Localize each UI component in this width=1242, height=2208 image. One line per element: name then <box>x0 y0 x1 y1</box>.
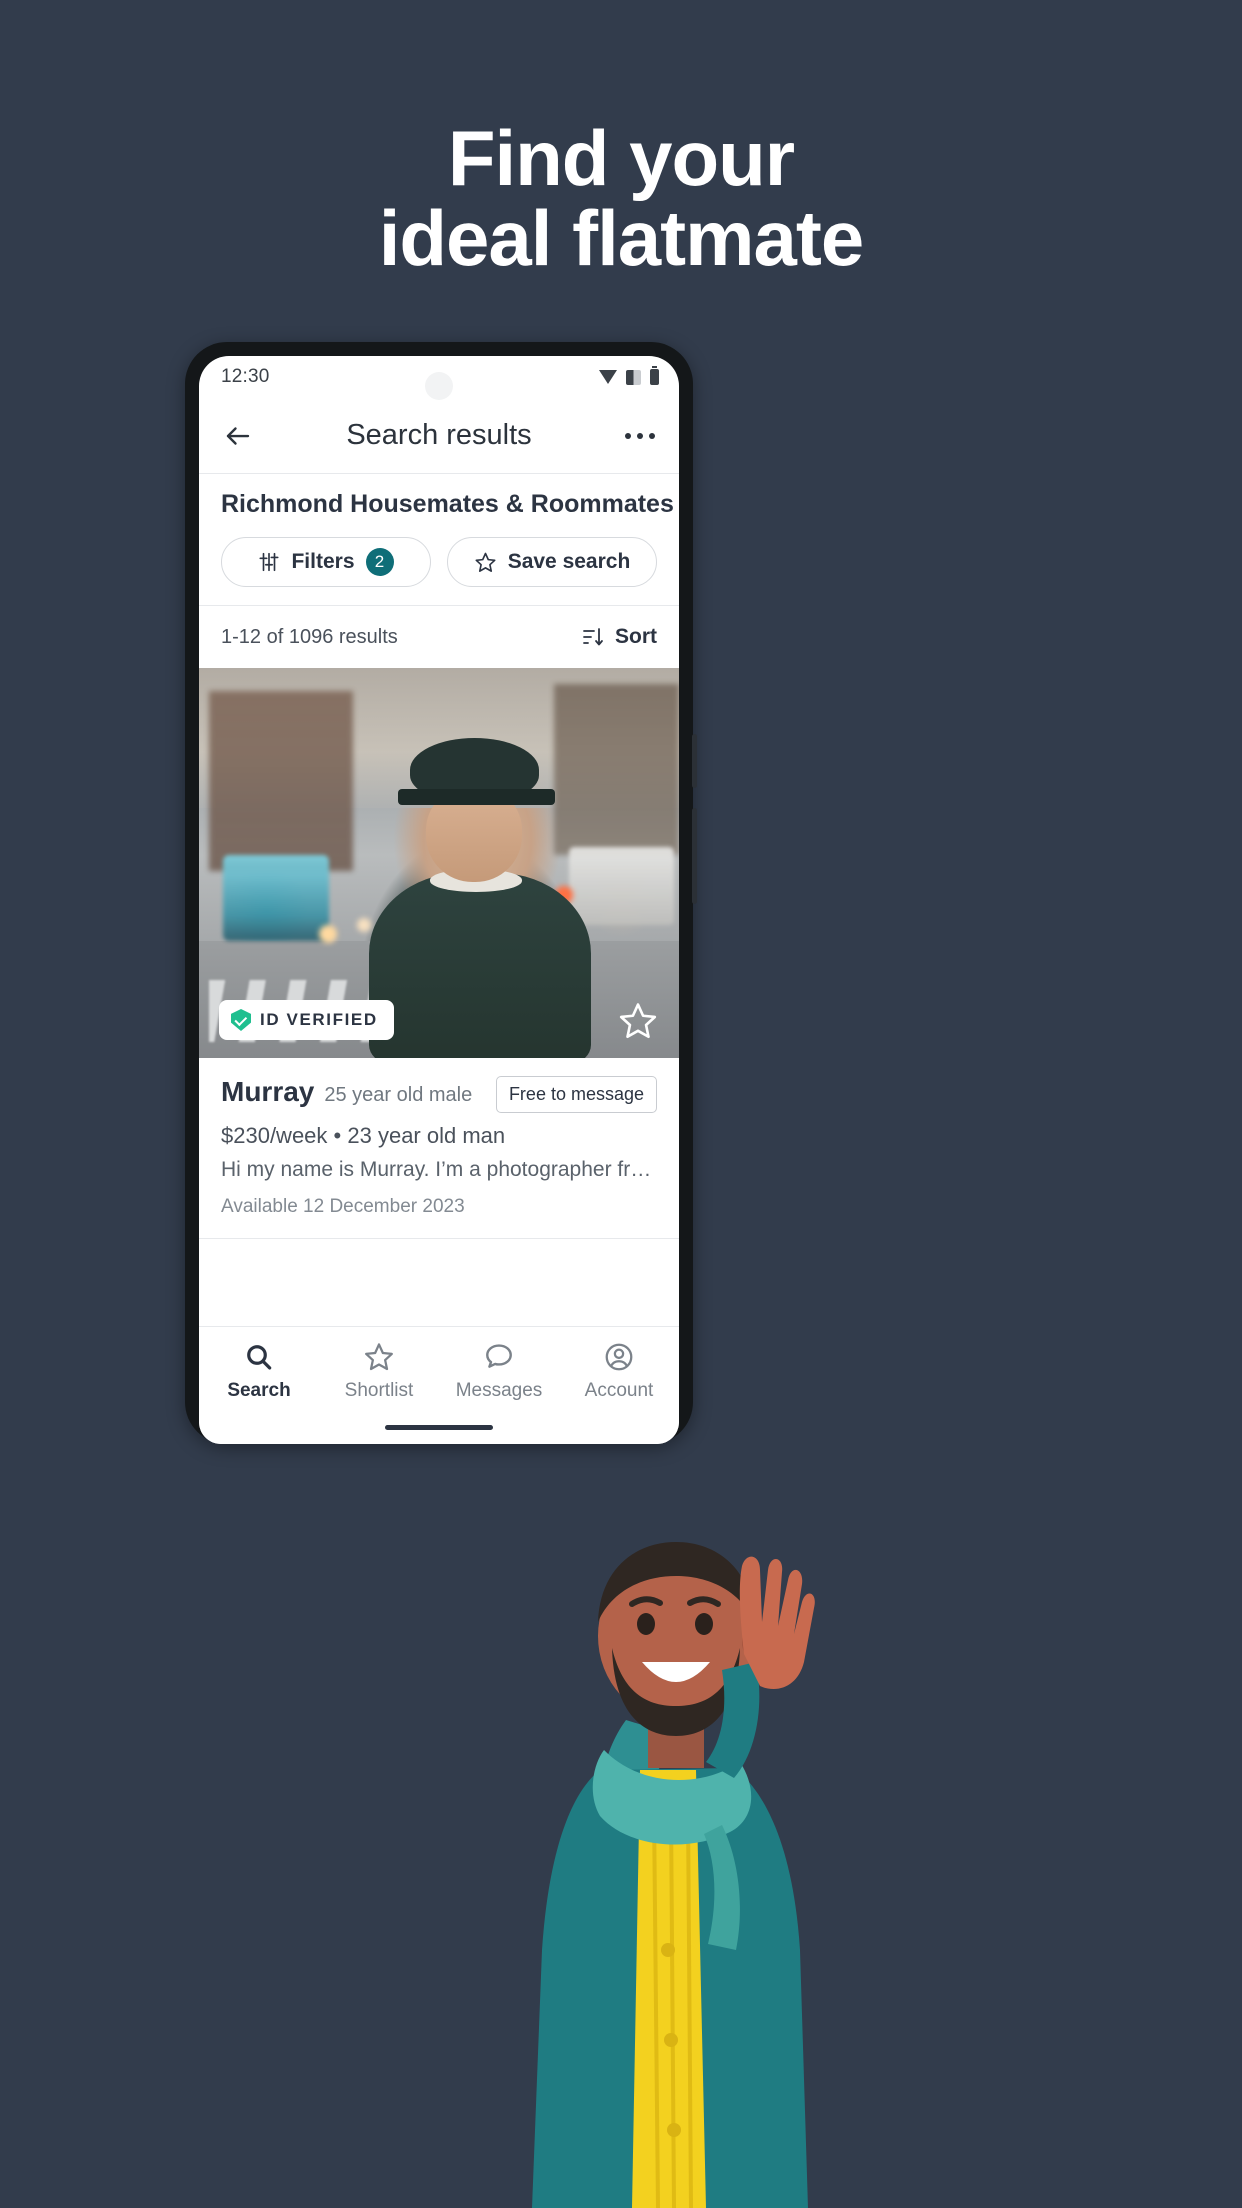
more-options-icon[interactable] <box>623 432 657 439</box>
phone-side-button-power <box>692 808 697 904</box>
status-bar: 12:30 <box>199 356 679 400</box>
nav-item-search[interactable]: Search <box>199 1341 319 1402</box>
free-to-message-badge: Free to message <box>495 1076 657 1113</box>
account-icon <box>605 1343 633 1371</box>
nav-item-shortlist[interactable]: Shortlist <box>319 1341 439 1402</box>
front-camera-icon <box>425 372 453 400</box>
mascot-eye-left <box>637 1613 655 1635</box>
mascot-button-3 <box>667 2123 681 2137</box>
phone-mockup: 12:30 Search results Richmond Housemates… <box>185 342 697 1444</box>
bottom-navigation: Search Shortlist Messages Account <box>199 1326 679 1444</box>
results-count: 1-12 of 1096 results <box>221 625 398 648</box>
id-verified-badge: ID VERIFIED <box>219 1000 394 1040</box>
sort-icon <box>583 628 603 646</box>
photo-van <box>568 847 675 926</box>
listing-photo[interactable]: ID VERIFIED <box>199 668 679 1058</box>
sliders-icon <box>259 552 280 572</box>
star-icon <box>475 552 496 572</box>
save-search-button[interactable]: Save search <box>447 537 657 587</box>
mascot-sleeve <box>706 1662 760 1778</box>
listing-separator: • <box>333 1123 342 1148</box>
photo-person-body <box>369 872 592 1058</box>
phone-side-button-volume <box>692 734 697 788</box>
mascot-jacket <box>532 1768 808 2208</box>
mascot-waving-hand <box>739 1556 815 1689</box>
wifi-icon <box>599 370 617 384</box>
mascot-shirt-stripe-3 <box>686 1809 693 2208</box>
search-actions: Filters 2 Save search <box>221 537 657 587</box>
filters-count-badge: 2 <box>365 548 394 576</box>
listing-availability: Available 12 December 2023 <box>221 1196 465 1217</box>
mascot-head <box>598 1552 754 1720</box>
status-icons <box>599 366 659 385</box>
mascot-ear <box>742 1624 766 1660</box>
filters-button[interactable]: Filters 2 <box>221 537 431 587</box>
mascot-scarf <box>592 1750 752 1845</box>
signal-icon <box>626 369 641 385</box>
mascot-hair <box>598 1542 754 1622</box>
app-bar: Search results <box>199 398 679 474</box>
listing-card[interactable]: ID VERIFIED Murray 25 year old male Free… <box>199 668 679 1239</box>
phone-screen: 12:30 Search results Richmond Housemates… <box>199 356 679 1444</box>
mascot-scarf-tail <box>704 1825 740 1950</box>
mascot-smile <box>642 1662 710 1682</box>
mascot-brow-right <box>687 1596 721 1607</box>
search-icon <box>247 1345 272 1370</box>
id-verified-label: ID VERIFIED <box>260 1010 378 1029</box>
mascot-brow-left <box>629 1596 663 1607</box>
listing-price-line: $230/week • 23 year old man <box>221 1123 657 1149</box>
listing-subtitle: 25 year old male <box>324 1084 473 1106</box>
shield-check-icon <box>231 1009 251 1031</box>
photo-person <box>369 738 592 1058</box>
page-title: Search results <box>346 419 532 451</box>
search-header: Richmond Housemates & Roommates Filters … <box>199 474 679 606</box>
nav-item-messages[interactable]: Messages <box>439 1341 559 1402</box>
headline-line-2: ideal flatmate <box>378 194 865 283</box>
battery-icon <box>650 366 659 385</box>
mascot-beard <box>612 1648 740 1736</box>
results-bar: 1-12 of 1096 results Sort <box>199 606 679 668</box>
listing-description: Hi my name is Murray. I’m a photographer… <box>221 1158 657 1181</box>
status-time: 12:30 <box>221 366 270 387</box>
promo-headline: Find your ideal flatmate <box>0 118 1242 279</box>
filters-label: Filters <box>291 550 355 573</box>
card-divider <box>199 1238 679 1239</box>
photo-person-cap-brim <box>397 789 555 806</box>
search-query-title: Richmond Housemates & Roommates <box>221 490 674 518</box>
listing-detail: 23 year old man <box>347 1123 506 1148</box>
photo-light-2 <box>357 917 372 932</box>
back-icon[interactable] <box>221 419 255 453</box>
mascot-shirt-stripe-1 <box>652 1809 660 2208</box>
mascot-shirt-stripe-2 <box>669 1809 676 2208</box>
nav-label-account: Account <box>584 1380 654 1401</box>
star-icon <box>365 1343 393 1371</box>
nav-item-account[interactable]: Account <box>559 1341 679 1402</box>
listing-price: $230/week <box>221 1123 328 1148</box>
headline-line-1: Find your <box>447 114 795 202</box>
mascot-shirt <box>632 1770 706 2208</box>
mascot-button-2 <box>664 2033 678 2047</box>
photo-bus <box>223 855 329 941</box>
photo-building-left <box>208 691 353 871</box>
nav-label-shortlist: Shortlist <box>344 1380 414 1401</box>
home-indicator <box>385 1425 493 1430</box>
mascot-neck <box>648 1702 704 1768</box>
listing-details: Murray 25 year old male Free to message … <box>199 1058 679 1238</box>
sort-label: Sort <box>615 625 657 648</box>
mascot-scarf-back <box>600 1720 678 1830</box>
listing-name: Murray <box>221 1076 315 1107</box>
mascot-button-1 <box>661 1943 675 1957</box>
nav-label-search: Search <box>227 1380 291 1401</box>
nav-label-messages: Messages <box>455 1380 543 1401</box>
shortlist-toggle-icon[interactable] <box>617 1000 659 1042</box>
mascot-eye-right <box>695 1613 713 1635</box>
chat-icon <box>486 1344 512 1368</box>
listing-name-row: Murray 25 year old male Free to message <box>221 1076 657 1113</box>
save-search-label: Save search <box>507 550 631 573</box>
sort-button[interactable]: Sort <box>581 625 657 649</box>
